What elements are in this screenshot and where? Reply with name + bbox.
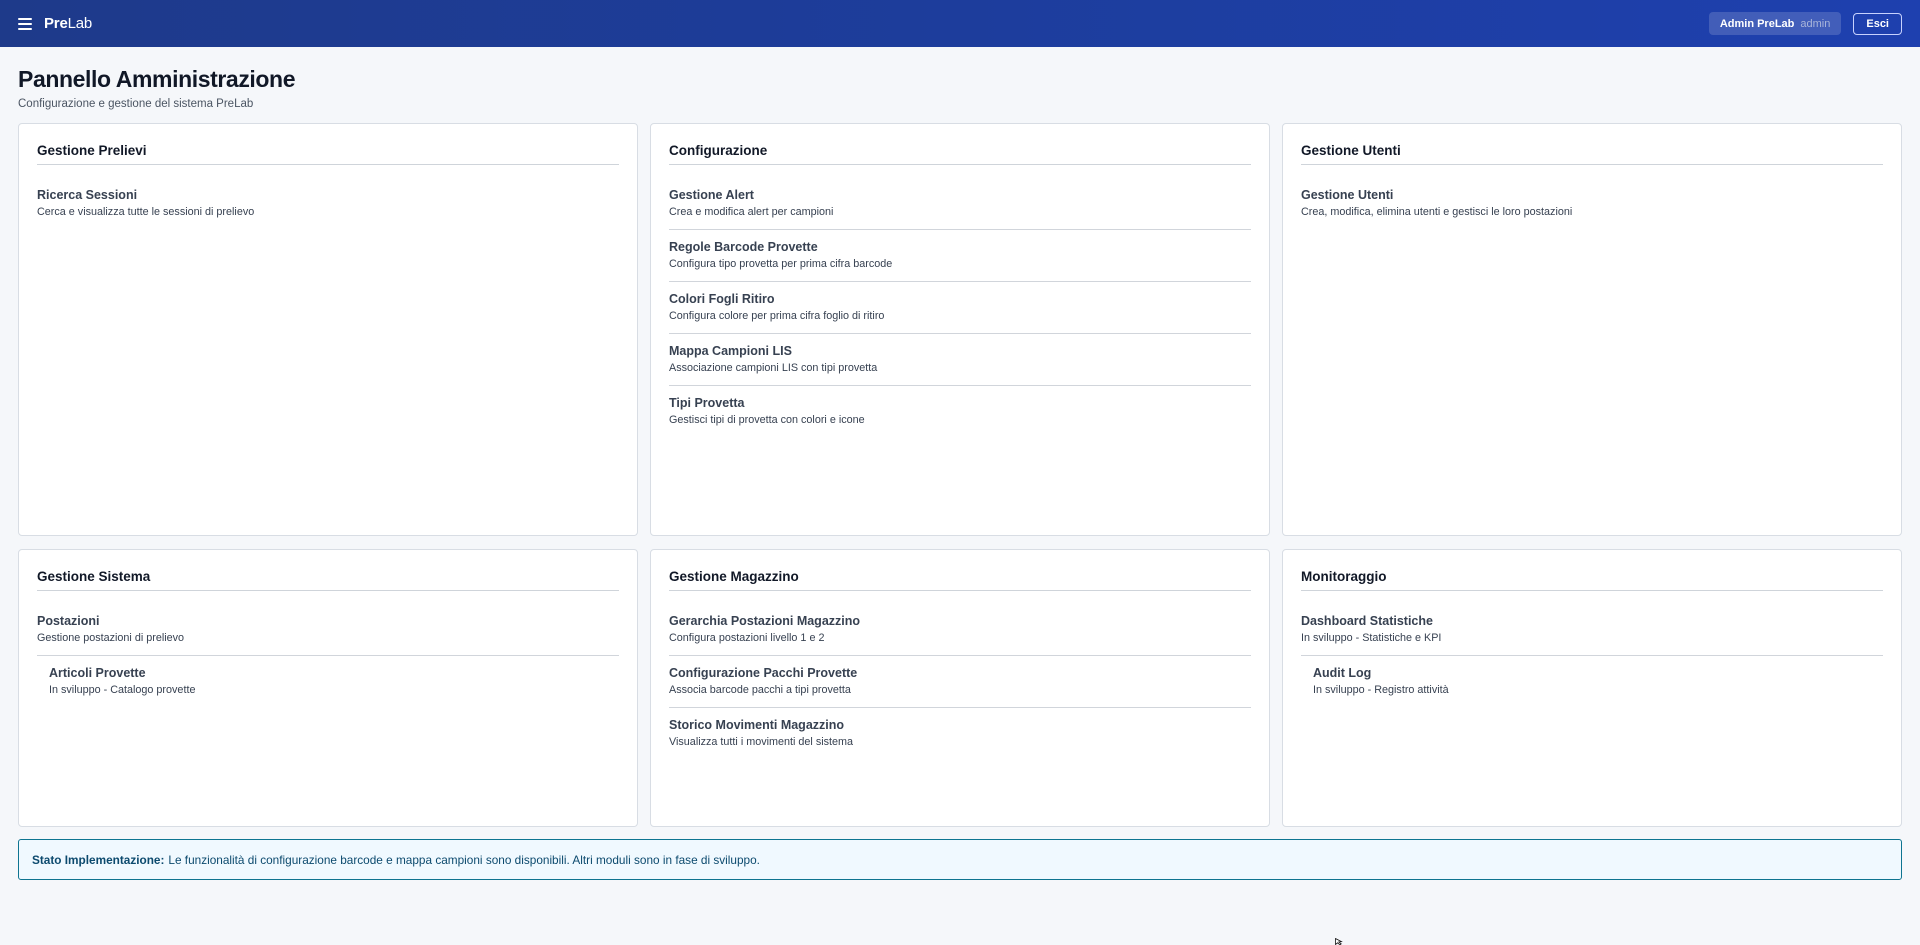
mouse-cursor-icon	[1335, 938, 1343, 945]
item-title: Configurazione Pacchi Provette	[669, 666, 858, 680]
menu-item-tipi-provetta[interactable]: Tipi Provetta Gestisci tipi di provetta …	[669, 386, 1251, 437]
menu-item-regole-barcode[interactable]: Regole Barcode Provette Configura tipo p…	[669, 230, 1251, 282]
card-title: Gestione Prelievi	[37, 143, 619, 165]
menu-item-gestione-alert[interactable]: Gestione Alert Crea e modifica alert per…	[669, 180, 1251, 230]
item-title: Ricerca Sessioni	[37, 188, 138, 202]
item-title: Gestione Alert	[669, 188, 754, 202]
card-gestione-magazzino: Gestione Magazzino Gerarchia Postazioni …	[650, 549, 1270, 827]
logout-button[interactable]: Esci	[1853, 12, 1902, 35]
item-title: Tipi Provetta	[669, 396, 745, 410]
hamburger-menu-icon[interactable]	[18, 17, 32, 30]
menu-item-storico-movimenti[interactable]: Storico Movimenti Magazzino Visualizza t…	[669, 708, 1251, 759]
menu-item-dashboard-statistiche[interactable]: Dashboard Statistiche In sviluppo - Stat…	[1301, 606, 1883, 656]
card-title: Configurazione	[669, 143, 1251, 165]
menu-item-gerarchia-postazioni[interactable]: Gerarchia Postazioni Magazzino Configura…	[669, 606, 1251, 656]
item-desc: Crea e modifica alert per campioni	[669, 206, 834, 218]
item-desc: In sviluppo - Catalogo provette	[49, 684, 196, 696]
menu-item-colori-fogli[interactable]: Colori Fogli Ritiro Configura colore per…	[669, 282, 1251, 334]
item-title: Regole Barcode Provette	[669, 240, 818, 254]
card-gestione-utenti: Gestione Utenti Gestione Utenti Crea, mo…	[1282, 123, 1902, 536]
item-desc: In sviluppo - Registro attività	[1313, 684, 1449, 696]
item-desc: Associazione campioni LIS con tipi prove…	[669, 362, 878, 374]
banner-text: Le funzionalità di configurazione barcod…	[168, 852, 760, 867]
item-desc: In sviluppo - Statistiche e KPI	[1301, 632, 1442, 644]
item-title: Mappa Campioni LIS	[669, 344, 792, 358]
cards-row-top: Gestione Prelievi Ricerca Sessioni Cerca…	[18, 123, 1902, 536]
banner-label: Stato Implementazione:	[32, 852, 165, 867]
item-title: Storico Movimenti Magazzino	[669, 718, 845, 732]
item-title: Postazioni	[37, 614, 100, 628]
logo-text-pre: Pre	[44, 15, 68, 32]
top-navbar: PreLab Admin PreLab admin Esci	[0, 0, 1920, 47]
menu-item-ricerca-sessioni[interactable]: Ricerca Sessioni Cerca e visualizza tutt…	[37, 180, 619, 229]
card-gestione-sistema: Gestione Sistema Postazioni Gestione pos…	[18, 549, 638, 827]
card-gestione-prelievi: Gestione Prelievi Ricerca Sessioni Cerca…	[18, 123, 638, 536]
menu-item-configurazione-pacchi[interactable]: Configurazione Pacchi Provette Associa b…	[669, 656, 1251, 708]
item-desc: Crea, modifica, elimina utenti e gestisc…	[1301, 206, 1573, 218]
cards-row-bottom: Gestione Sistema Postazioni Gestione pos…	[18, 549, 1902, 827]
page-header: Pannello Amministrazione Configurazione …	[18, 66, 296, 110]
menu-item-postazioni[interactable]: Postazioni Gestione postazioni di prelie…	[37, 606, 619, 656]
item-desc: Configura postazioni livello 1 e 2	[669, 632, 825, 644]
item-title: Articoli Provette	[49, 666, 146, 680]
user-name: Admin PreLab	[1719, 17, 1795, 30]
app-logo[interactable]: PreLab	[44, 15, 92, 32]
item-desc: Configura colore per prima cifra foglio …	[669, 310, 885, 322]
menu-item-articoli-provette[interactable]: Articoli Provette In sviluppo - Catalogo…	[37, 656, 619, 707]
item-desc: Associa barcode pacchi a tipi provetta	[669, 684, 851, 696]
menu-item-audit-log[interactable]: Audit Log In sviluppo - Registro attivit…	[1301, 656, 1883, 707]
user-role: admin	[1800, 17, 1831, 30]
item-desc: Cerca e visualizza tutte le sessioni di …	[37, 206, 255, 218]
item-title: Audit Log	[1313, 666, 1372, 680]
card-title: Gestione Sistema	[37, 569, 619, 591]
menu-item-gestione-utenti[interactable]: Gestione Utenti Crea, modifica, elimina …	[1301, 180, 1883, 229]
menu-item-mappa-campioni[interactable]: Mappa Campioni LIS Associazione campioni…	[669, 334, 1251, 386]
card-monitoraggio: Monitoraggio Dashboard Statistiche In sv…	[1282, 549, 1902, 827]
item-desc: Gestisci tipi di provetta con colori e i…	[669, 414, 865, 426]
item-title: Gerarchia Postazioni Magazzino	[669, 614, 861, 628]
item-desc: Gestione postazioni di prelievo	[37, 632, 185, 644]
page-subtitle: Configurazione e gestione del sistema Pr…	[18, 98, 254, 110]
item-desc: Visualizza tutti i movimenti del sistema	[669, 736, 854, 748]
card-title: Gestione Utenti	[1301, 143, 1883, 165]
logo-text-lab: Lab	[67, 15, 93, 32]
user-badge: Admin PreLab admin	[1708, 12, 1842, 35]
card-title: Monitoraggio	[1301, 569, 1883, 591]
item-title: Gestione Utenti	[1301, 188, 1394, 202]
topbar-actions: Admin PreLab admin Esci	[1708, 12, 1902, 35]
page-title: Pannello Amministrazione	[18, 66, 296, 92]
item-title: Dashboard Statistiche	[1301, 614, 1433, 628]
card-configurazione: Configurazione Gestione Alert Crea e mod…	[650, 123, 1270, 536]
implementation-status-banner: Stato Implementazione: Le funzionalità d…	[18, 839, 1902, 880]
item-desc: Configura tipo provetta per prima cifra …	[669, 258, 893, 270]
item-title: Colori Fogli Ritiro	[669, 292, 775, 306]
card-title: Gestione Magazzino	[669, 569, 1251, 591]
